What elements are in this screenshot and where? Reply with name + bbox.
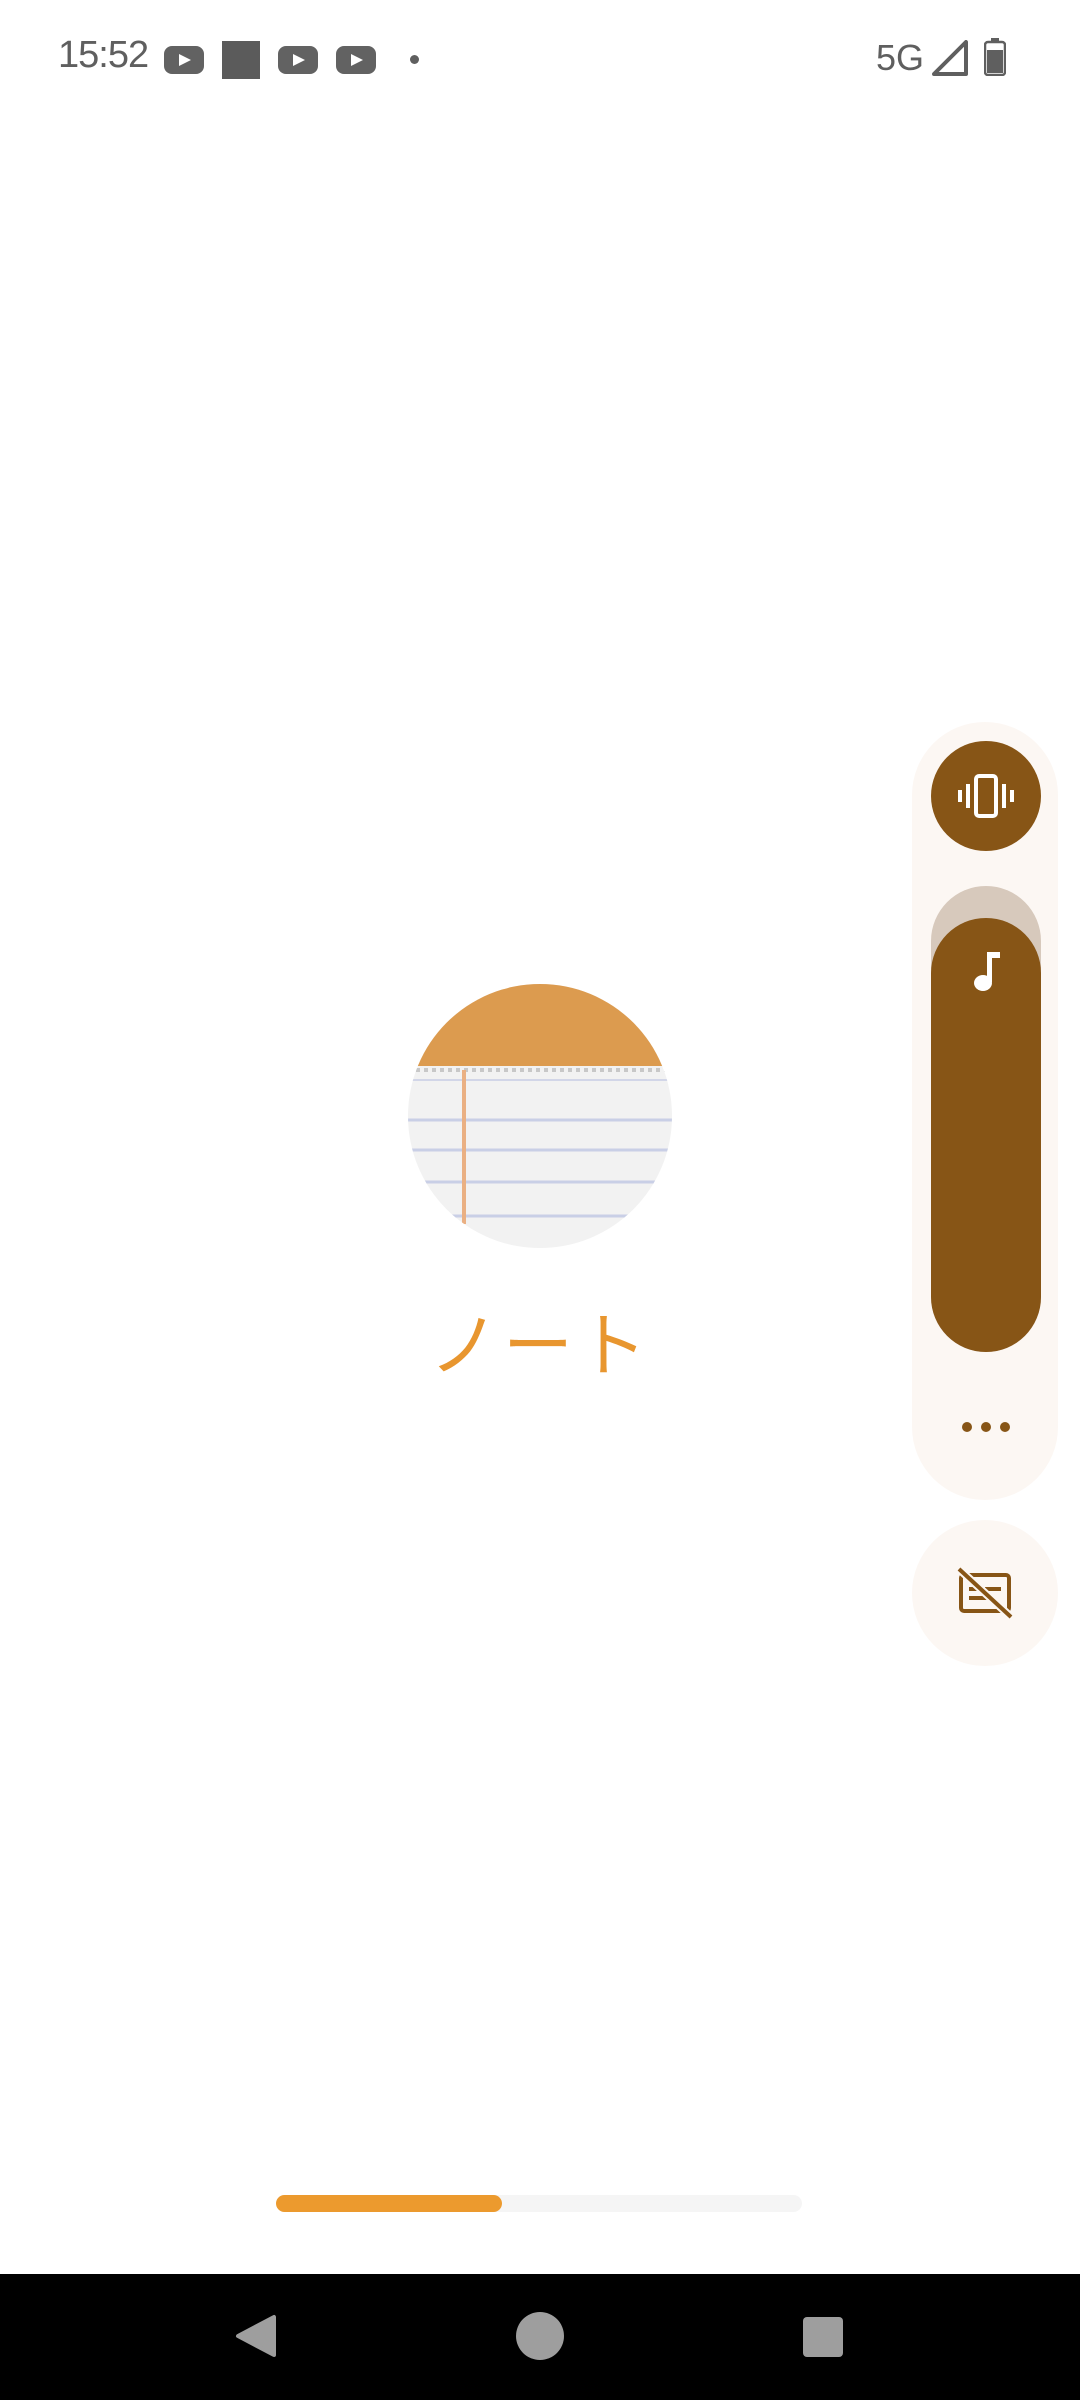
loading-progress-bar <box>276 2195 802 2212</box>
captions-button[interactable] <box>912 1520 1058 1666</box>
youtube-icon <box>164 46 204 74</box>
network-type: 5G <box>876 37 925 78</box>
ringer-mode-button[interactable] <box>931 741 1041 851</box>
more-notifications-dot <box>410 55 419 64</box>
recents-button[interactable] <box>803 2317 843 2357</box>
youtube-icon <box>278 46 318 74</box>
captions-off-icon <box>956 1566 1014 1620</box>
loading-progress-fill <box>276 2195 502 2212</box>
vibrate-icon <box>958 774 1014 818</box>
back-button[interactable] <box>234 2313 278 2359</box>
signal-icon <box>932 40 968 76</box>
music-note-icon <box>974 952 1000 991</box>
status-time: 15:52 <box>58 34 149 76</box>
more-horiz-icon[interactable] <box>955 1412 1017 1442</box>
home-button[interactable] <box>516 2312 564 2360</box>
status-bar: 15:52 5G <box>0 0 1080 120</box>
youtube-icon <box>336 46 376 74</box>
notepad-icon <box>408 984 672 1248</box>
battery-icon <box>984 38 1006 76</box>
square-notification-icon <box>222 41 260 79</box>
